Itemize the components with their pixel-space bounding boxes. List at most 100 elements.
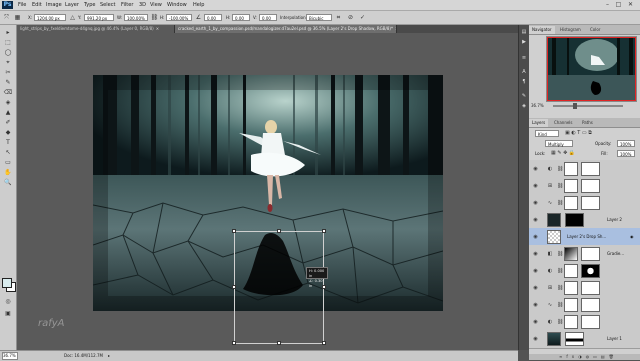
layer-mask-thumbnail[interactable] <box>581 264 600 278</box>
menu-image[interactable]: Image <box>46 1 62 9</box>
commit-transform-icon[interactable]: ✓ <box>358 13 367 22</box>
mask-link-icon[interactable]: ⛓ <box>557 182 563 190</box>
menu-3d[interactable]: 3D <box>139 1 146 9</box>
visibility-eye-icon[interactable]: ◉ <box>532 183 539 189</box>
layer-thumbnail[interactable] <box>564 281 578 295</box>
opacity-input[interactable]: 100% <box>617 140 635 147</box>
menu-file[interactable]: File <box>18 1 26 9</box>
maximize-icon[interactable]: □ <box>614 1 623 8</box>
transform-handle-middle-left[interactable] <box>232 285 236 289</box>
mask-link-icon[interactable]: ⛓ <box>557 250 563 258</box>
zoom-tool-icon[interactable]: 🔍 <box>3 178 13 187</box>
path-select-tool-icon[interactable]: ↖ <box>3 148 13 157</box>
brush-panel-icon[interactable]: ✎ <box>520 93 528 100</box>
layer-mask-thumbnail[interactable] <box>565 332 584 346</box>
move-tool-icon[interactable]: ▸ <box>3 28 13 37</box>
menu-filter[interactable]: Filter <box>121 1 133 9</box>
fill-input[interactable]: 100% <box>617 150 635 157</box>
navigator-preview[interactable] <box>546 36 637 102</box>
layer-thumbnail[interactable] <box>564 247 578 261</box>
tab-channels[interactable]: Channels <box>551 119 576 127</box>
tab-histogram[interactable]: Histogram <box>557 26 584 34</box>
menu-view[interactable]: View <box>150 1 162 9</box>
layer-kind-filter[interactable]: Kind <box>535 130 559 137</box>
type-tool-icon[interactable]: T <box>3 138 13 147</box>
layer-mask-thumbnail[interactable] <box>581 179 600 193</box>
interpolation-select[interactable]: Bicubic <box>306 14 332 21</box>
zoom-level-field[interactable]: 36.7% <box>2 352 18 360</box>
link-icon[interactable]: ⛓ <box>150 13 159 22</box>
navigator-zoom-slider[interactable] <box>553 105 623 107</box>
quick-select-tool-icon[interactable]: ⌖ <box>3 58 13 67</box>
tab-light-strips[interactable]: light_strips_by_fxeldiemtome-d4gnq.jpg @… <box>17 25 175 33</box>
stamp-tool-icon[interactable]: ◈ <box>3 98 13 107</box>
tab-layers[interactable]: Layers <box>529 119 549 127</box>
color-swatches[interactable] <box>2 278 16 292</box>
visibility-eye-icon[interactable]: ◉ <box>532 234 539 240</box>
layer-mask-thumbnail[interactable] <box>581 196 600 210</box>
history-panel-icon[interactable]: ▤ <box>520 29 528 36</box>
paragraph-panel-icon[interactable]: ¶ <box>520 79 528 86</box>
layer-mask-thumbnail[interactable] <box>581 247 600 261</box>
y-position-input[interactable]: 991.20 px <box>84 14 114 21</box>
gradient-tool-icon[interactable]: ▲ <box>3 108 13 117</box>
menu-type[interactable]: Type <box>84 1 95 9</box>
transform-handle-bottom-center[interactable] <box>277 341 281 345</box>
layer-thumbnail[interactable] <box>547 332 561 346</box>
clone-source-panel-icon[interactable]: ◈ <box>520 103 528 110</box>
mask-link-icon[interactable]: ⛓ <box>557 199 563 207</box>
layer-mask-thumbnail[interactable] <box>581 298 600 312</box>
foreground-color-swatch[interactable] <box>2 278 12 288</box>
layer-name[interactable]: Gradie... <box>607 250 624 258</box>
menu-select[interactable]: Select <box>100 1 115 9</box>
layer-name[interactable]: Layer 2 <box>607 216 622 224</box>
relative-position-icon[interactable]: △ <box>68 13 77 22</box>
visibility-eye-icon[interactable]: ◉ <box>532 285 539 291</box>
menu-layer[interactable]: Layer <box>65 1 79 9</box>
layer-thumbnail[interactable] <box>564 162 578 176</box>
cancel-transform-icon[interactable]: ⊘ <box>346 13 355 22</box>
warp-mode-icon[interactable]: ⌗ <box>334 13 343 22</box>
crop-tool-icon[interactable]: ✂ <box>3 68 13 77</box>
visibility-eye-icon[interactable]: ◉ <box>532 302 539 308</box>
eraser-tool-icon[interactable]: ⌫ <box>3 88 13 97</box>
tab-paths[interactable]: Paths <box>579 119 596 127</box>
layer-mask-thumbnail[interactable] <box>581 281 600 295</box>
angle-input[interactable]: 0.00 <box>204 14 222 21</box>
layer-thumbnail[interactable] <box>564 315 578 329</box>
layer-thumbnail[interactable] <box>564 298 578 312</box>
mask-link-icon[interactable]: ⛓ <box>557 318 563 326</box>
lasso-tool-icon[interactable]: ◯ <box>3 48 13 57</box>
navigator-zoom-value[interactable]: 36.7% <box>531 102 544 110</box>
layer-thumbnail[interactable] <box>564 264 578 278</box>
dodge-tool-icon[interactable]: ◆ <box>3 128 13 137</box>
horizontal-skew-input[interactable]: 0.00 <box>232 14 250 21</box>
close-tab-icon[interactable]: × <box>395 26 396 31</box>
visibility-eye-icon[interactable]: ◉ <box>532 200 539 206</box>
tab-navigator[interactable]: Navigator <box>529 26 555 34</box>
navigator-slider-handle[interactable] <box>573 103 577 109</box>
menu-window[interactable]: Window <box>167 1 187 9</box>
character-panel-icon[interactable]: A <box>520 69 528 76</box>
mask-link-icon[interactable]: ⛓ <box>557 267 563 275</box>
close-tab-icon[interactable]: × <box>156 26 159 31</box>
layer-name[interactable]: Layer 1 <box>607 335 622 343</box>
transform-handle-top-left[interactable] <box>232 229 236 233</box>
visibility-eye-icon[interactable]: ◉ <box>532 166 539 172</box>
brush-tool-icon[interactable]: ✎ <box>3 78 13 87</box>
hand-tool-icon[interactable]: ✋ <box>3 168 13 177</box>
layer-mask-thumbnail[interactable] <box>581 162 600 176</box>
close-icon[interactable]: ✕ <box>626 1 635 8</box>
mask-link-icon[interactable]: ⛓ <box>557 284 563 292</box>
x-position-input[interactable]: 1204.00 px <box>34 14 66 21</box>
layer-effects-icon[interactable]: ◉ <box>630 233 634 241</box>
screen-mode-icon[interactable]: ▣ <box>3 309 13 318</box>
properties-panel-icon[interactable]: ≡ <box>520 55 528 62</box>
menu-edit[interactable]: Edit <box>32 1 42 9</box>
transform-handle-bottom-left[interactable] <box>232 341 236 345</box>
layer-row[interactable]: ◉ Layer 1 <box>529 330 640 349</box>
transform-handle-top-right[interactable] <box>322 229 326 233</box>
blend-mode-select[interactable]: Multiply <box>545 140 573 147</box>
menu-help[interactable]: Help <box>193 1 204 9</box>
visibility-eye-icon[interactable]: ◉ <box>532 268 539 274</box>
